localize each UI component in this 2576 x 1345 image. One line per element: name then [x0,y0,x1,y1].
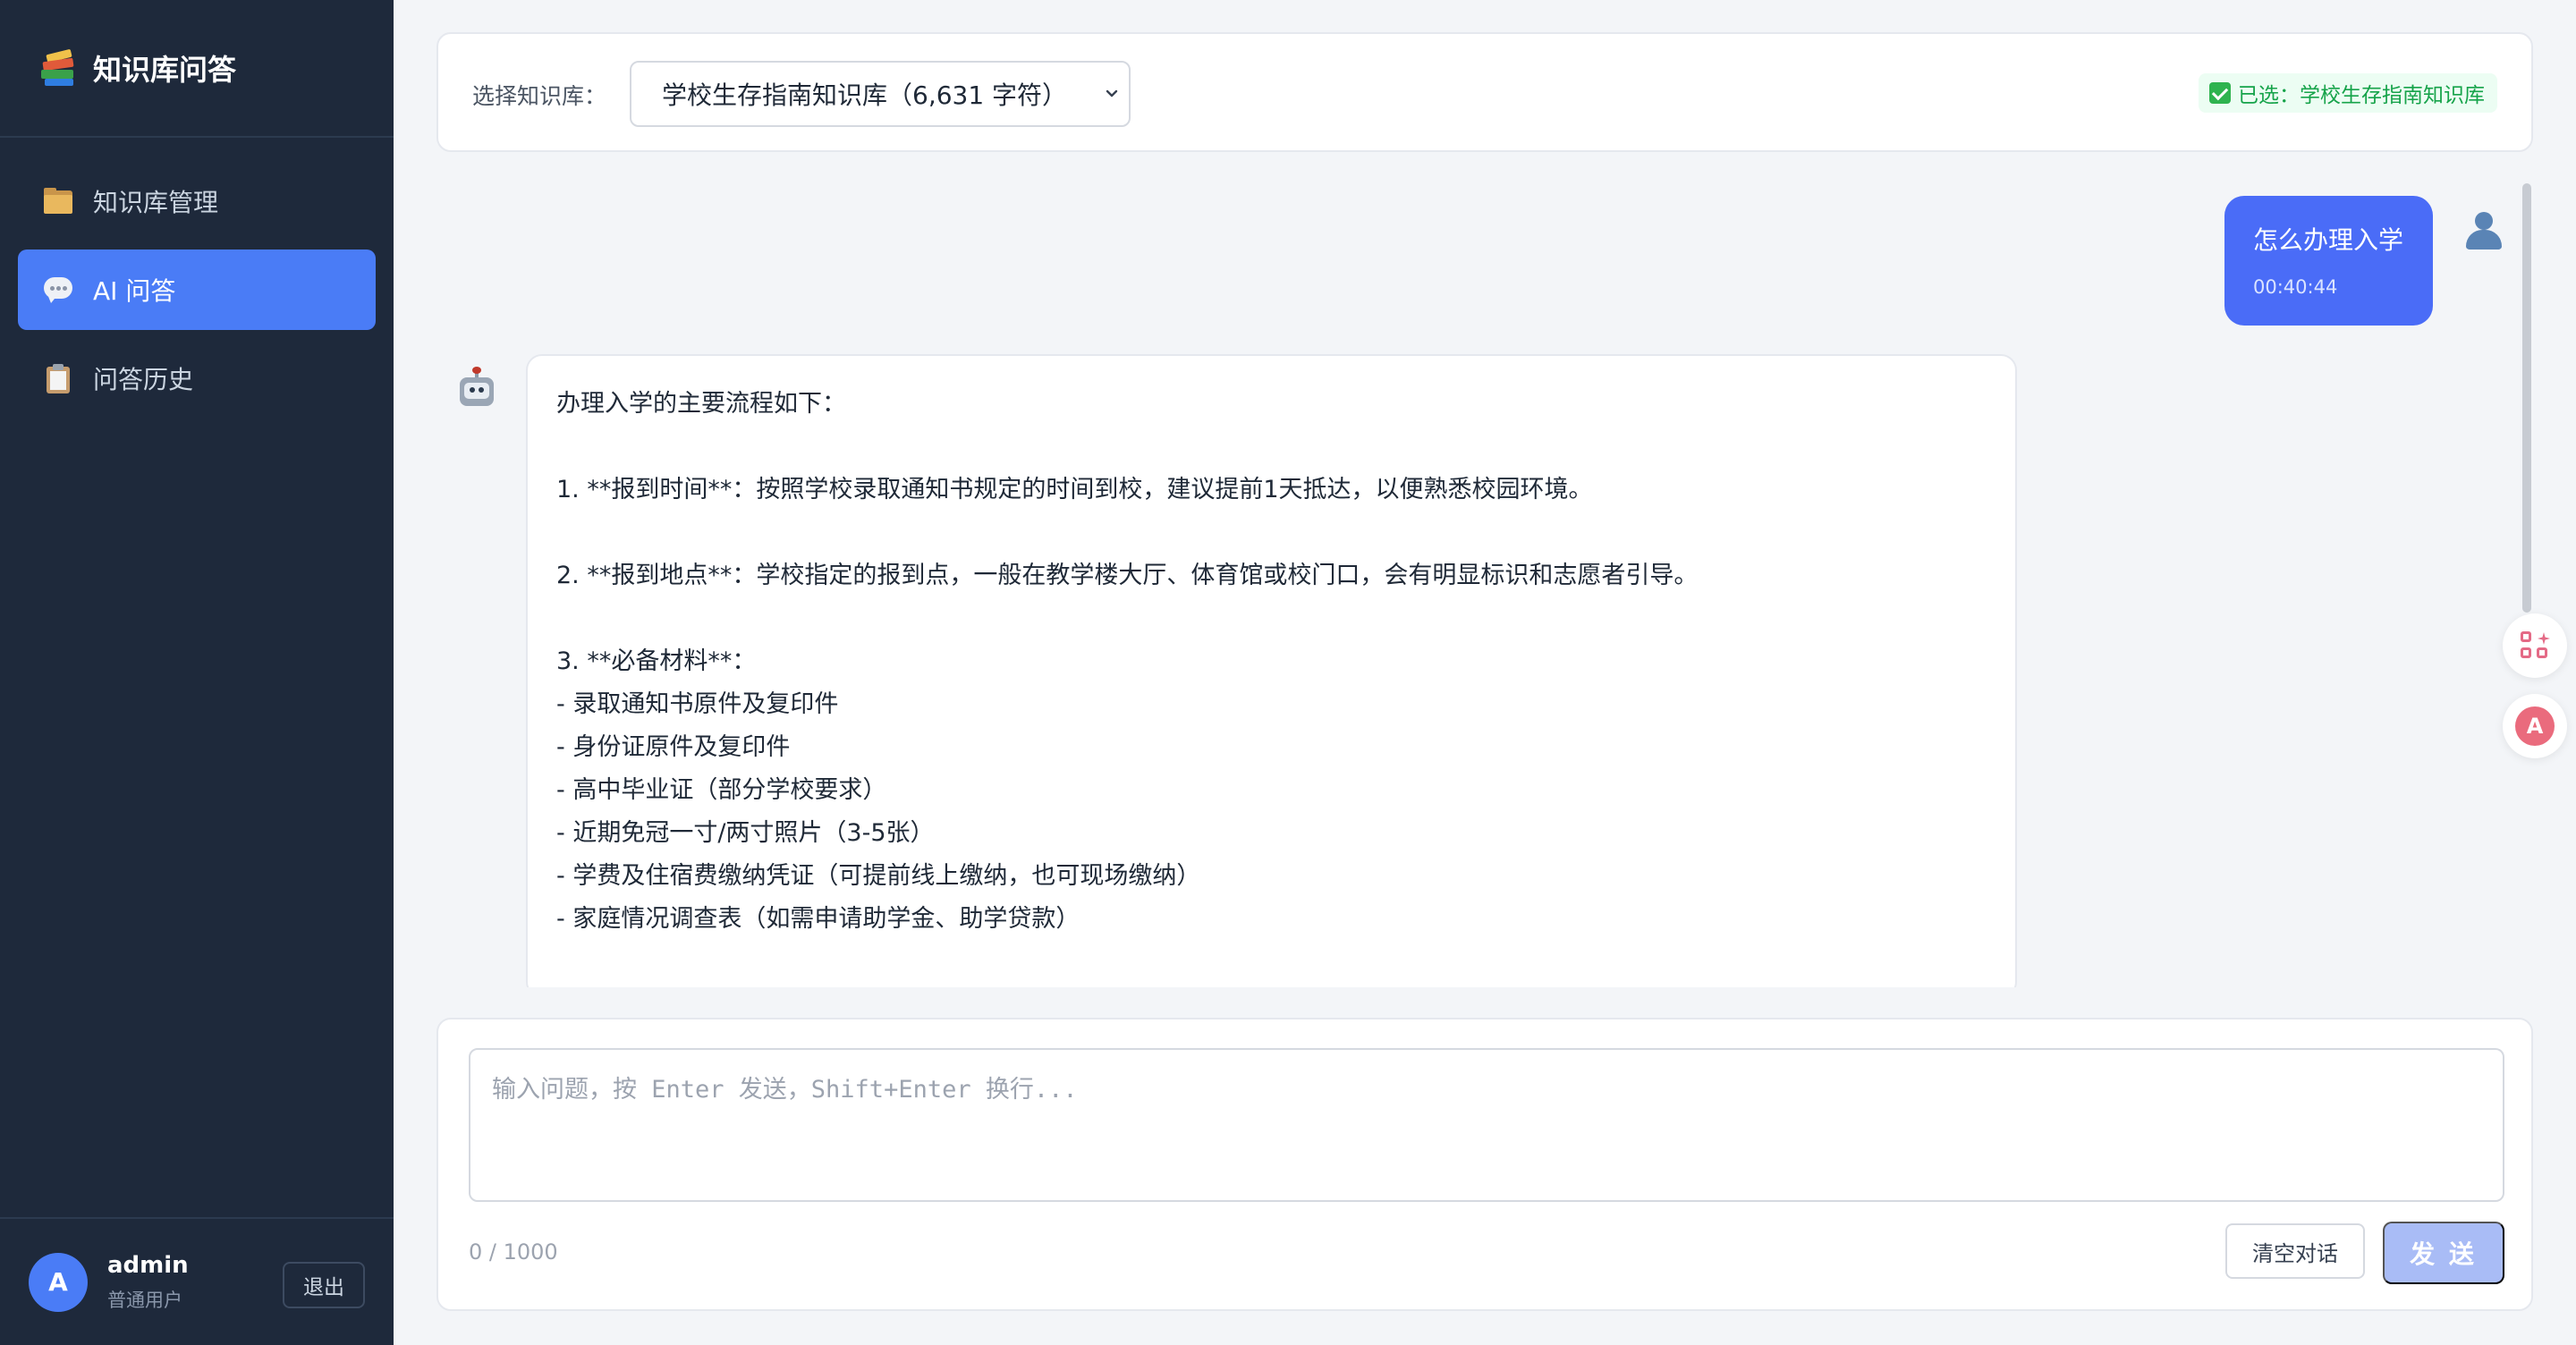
send-button[interactable]: 发 送 [2383,1222,2504,1284]
check-icon [2209,82,2231,104]
sidebar-item-label: 问答历史 [93,365,194,394]
chat-scrollbar[interactable] [2522,183,2531,613]
chevron-down-icon [1106,89,1118,97]
bot-message-line [556,512,1987,554]
bot-message-line: - 家庭情况调查表（如需申请助学金、助学贷款） [556,905,1080,933]
user-role: 普通用户 [107,1289,182,1311]
bot-message-line: - 高中毕业证（部分学校要求） [556,776,887,804]
sidebar-item-kb-management[interactable]: 知识库管理 [18,161,376,241]
user-avatar-icon [2463,210,2504,251]
user-message-time: 00:40:44 [2253,276,2338,298]
clipboard-icon [43,363,73,393]
sidebar: 知识库问答 知识库管理 AI 问答 问答历史 A admin 普通用户 退出 [0,0,394,1345]
avatar: A [29,1252,88,1312]
user-message: 怎么办理入学 00:40:44 [2224,196,2433,326]
bot-message-line: 3. **必备材料**： [556,647,757,675]
floating-apps-button[interactable] [2503,613,2567,678]
bot-message-line [556,941,1987,984]
bot-message-line: 办理入学的主要流程如下： [556,390,846,418]
chat-bubble-icon [43,275,73,305]
composer-card: 0 / 1000 清空对话 发 送 [436,1018,2533,1311]
folder-icon [43,186,73,216]
kb-selector-card: 选择知识库： 学校生存指南知识库（6,631 字符） 已选：学校生存指南知识库 [436,32,2533,152]
sidebar-item-qa-history[interactable]: 问答历史 [18,338,376,419]
sidebar-item-label: AI 问答 [93,276,176,306]
bot-message-line: - 学费及住宿费缴纳凭证（可提前线上缴纳，也可现场缴纳） [556,862,1201,890]
app-title: 知识库问答 [93,53,237,87]
bot-message-line: 2. **报到地点**：学校指定的报到点，一般在教学楼大厅、体育馆或校门口，会有… [556,562,1699,589]
user-info: admin 普通用户 [107,1252,189,1313]
clear-chat-button[interactable]: 清空对话 [2225,1223,2365,1279]
bot-message-line: - 身份证原件及复印件 [556,733,791,761]
user-message-text: 怎么办理入学 [2253,225,2404,255]
bot-message: 办理入学的主要流程如下： 1. **报到时间**：按照学校录取通知书规定的时间到校… [526,354,2017,998]
books-icon [39,48,75,86]
sidebar-item-ai-qa[interactable]: AI 问答 [18,250,376,330]
sidebar-item-label: 知识库管理 [93,188,219,217]
bot-message-text: 办理入学的主要流程如下： 1. **报到时间**：按照学校录取通知书规定的时间到校… [556,383,1987,996]
apps-grid-icon [2521,631,2551,662]
robot-icon [458,367,496,408]
user-panel: A admin 普通用户 退出 [0,1217,394,1345]
user-name: admin [107,1251,189,1279]
bot-message-line [556,597,1987,640]
status-badge: 已选：学校生存指南知识库 [2199,73,2497,113]
kb-select[interactable]: 学校生存指南知识库（6,631 字符） [630,61,1131,127]
kb-select-value: 学校生存指南知识库（6,631 字符） [662,80,1068,110]
logout-button[interactable]: 退出 [283,1262,365,1308]
brand: 知识库问答 [0,0,394,138]
kb-select-label: 选择知识库： [472,83,607,109]
sidebar-nav: 知识库管理 AI 问答 问答历史 [0,138,394,419]
status-text: 已选：学校生存指南知识库 [2238,84,2485,107]
bot-message-line: - 近期免冠一寸/两寸照片（3-5张） [556,819,935,847]
question-input[interactable] [469,1048,2504,1202]
bot-message-line [556,426,1987,469]
floating-translate-button[interactable]: A [2503,694,2567,758]
char-counter: 0 / 1000 [469,1239,558,1265]
bot-message-line: 1. **报到时间**：按照学校录取通知书规定的时间到校，建议提前1天抵达，以便… [556,476,1593,503]
translate-icon: A [2515,706,2555,746]
chat-area-bottom-edge [436,987,2533,1014]
bot-message-line: - 录取通知书原件及复印件 [556,690,839,718]
